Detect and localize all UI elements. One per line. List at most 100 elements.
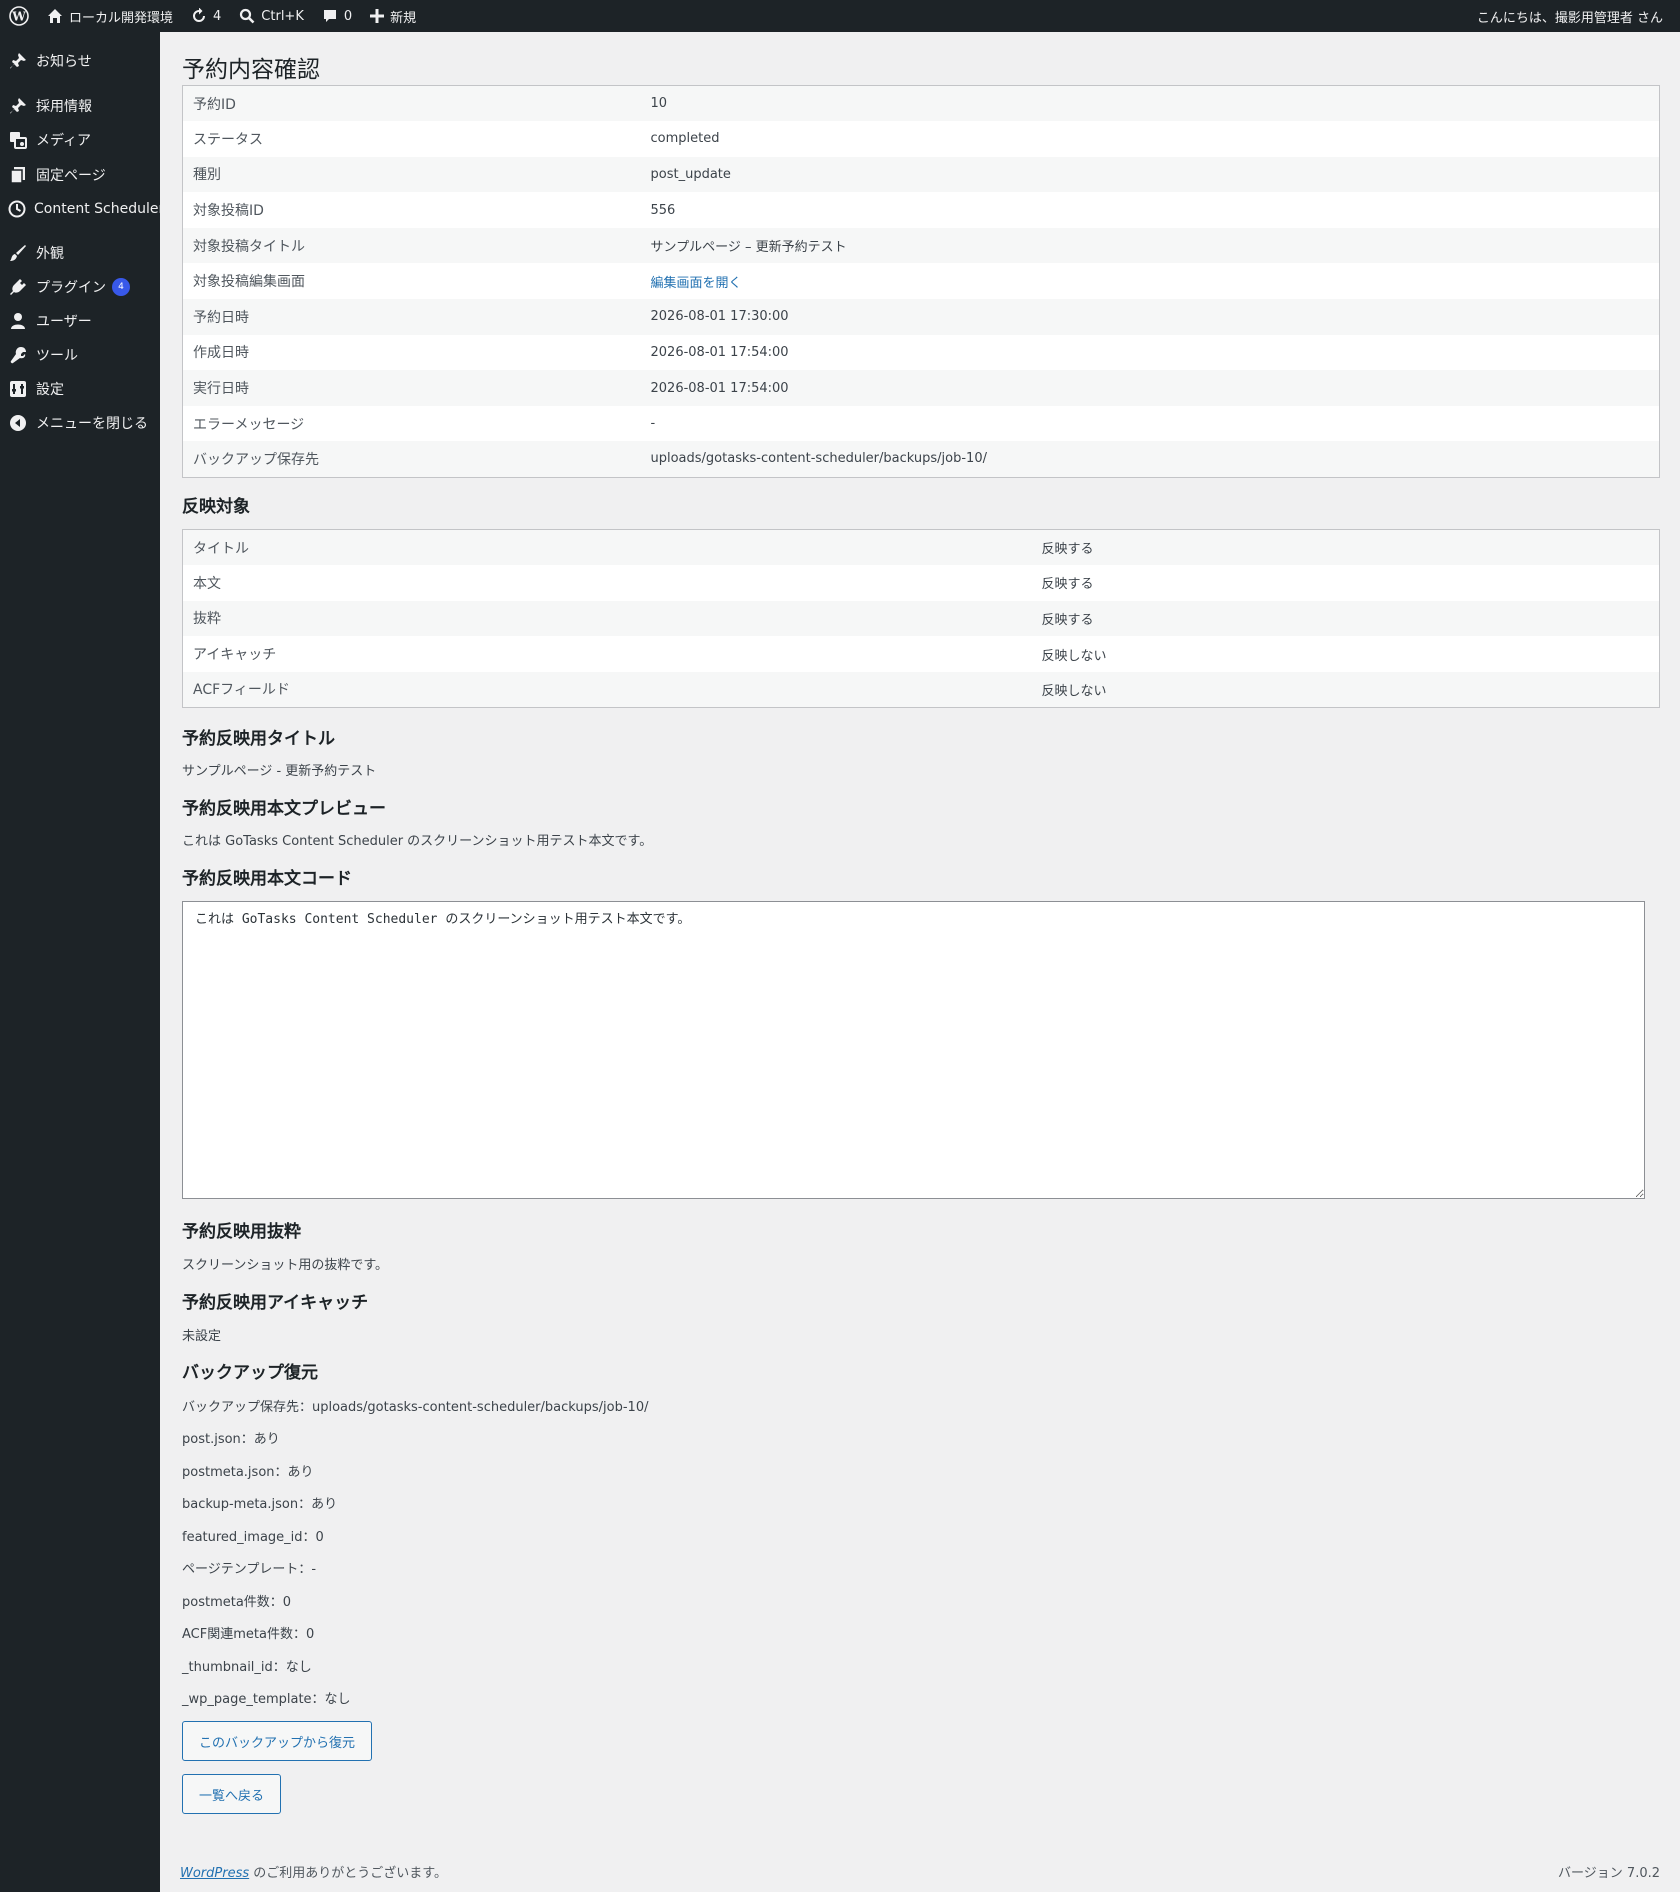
row-label: バックアップ保存先 <box>182 441 641 478</box>
table-row: 対象投稿タイトル サンプルページ – 更新予約テスト <box>182 227 1660 264</box>
backup-info-line: ページテンプレート：- <box>182 1562 317 1577</box>
sidebar-item-pages[interactable]: 固定ページ <box>0 158 160 192</box>
sidebar-item-settings[interactable]: 設定 <box>0 372 160 406</box>
row-label: ステータス <box>193 131 263 148</box>
home-icon <box>48 9 62 23</box>
updates-icon <box>193 8 206 22</box>
row-label: 作成日時 <box>193 345 249 362</box>
wrench-icon <box>8 345 28 365</box>
site-name-link[interactable]: ローカル開発環境 <box>38 0 182 32</box>
search-icon <box>240 8 255 24</box>
reservation-details-table: 予約ID 10 ステータス completed 種別 post_update 対象投稿… <box>182 85 1660 478</box>
body-preview-heading: 予約反映用本文プレビュー <box>182 799 386 819</box>
row-label: 対象投稿編集画面 <box>193 274 305 291</box>
body-code-heading: 予約反映用本文コード <box>182 869 352 889</box>
row-label: アイキャッチ <box>193 647 277 664</box>
sidebar-item-plugins[interactable]: プラグイン 4 <box>0 270 160 304</box>
admin-bar: W ローカル開発環境 4 Ctrl+K 0 新規 こんにちは、撮影用管理者 さん <box>0 0 1680 32</box>
user-icon <box>8 311 28 331</box>
footer-thanks-text: のご利用ありがとうございます。 <box>249 1866 447 1881</box>
sidebar-item-label: 設定 <box>36 382 64 398</box>
backup-info-line: featured_image_id：0 <box>182 1530 324 1545</box>
table-row: 予約日時 2026-08-01 17:30:00 <box>182 299 1660 335</box>
collapse-menu-button[interactable]: メニューを閉じる <box>0 406 160 440</box>
sidebar-item-appearance[interactable]: 外観 <box>0 236 160 270</box>
updates-link[interactable]: 4 <box>182 0 230 32</box>
backup-restore-heading: バックアップ復元 <box>182 1363 318 1383</box>
sidebar-item-recruit[interactable]: 採用情報 <box>0 89 160 123</box>
search-shortcut: Ctrl+K <box>261 8 304 24</box>
row-value: 2026-08-01 17:54:00 <box>640 370 1660 406</box>
row-label: 対象投稿ID <box>193 203 264 220</box>
body-preview-value: これは GoTasks Content Scheduler のスクリーンショット… <box>182 834 653 849</box>
sidebar-item-media[interactable]: メディア <box>0 123 160 157</box>
comment-icon <box>323 10 336 22</box>
collapse-icon <box>8 413 28 433</box>
row-label: タイトル <box>182 529 1032 566</box>
edit-post-link[interactable]: 編集画面を開く <box>651 276 742 291</box>
row-value: 反映する <box>1041 577 1094 593</box>
backup-info-line: postmeta件数：0 <box>182 1595 292 1610</box>
table-row: エラーメッセージ - <box>183 406 1660 442</box>
table-row: ステータス completed <box>183 121 1660 157</box>
row-value: サンプルページ – 更新予約テスト <box>640 227 1660 264</box>
restore-backup-button[interactable]: このバックアップから復元 <box>182 1721 373 1761</box>
row-value: 2026-08-01 17:30:00 <box>640 299 1660 335</box>
settings-icon <box>8 379 28 399</box>
backup-info-line: _thumbnail_id：なし <box>182 1660 312 1675</box>
footer-version: バージョン 7.0.2 <box>1558 1866 1660 1881</box>
table-row: 本文 反映する <box>183 565 1660 601</box>
comments-link[interactable]: 0 <box>313 0 361 32</box>
wordpress-link[interactable]: WordPress <box>180 1866 249 1881</box>
account-menu[interactable]: こんにちは、撮影用管理者 さん <box>1468 0 1672 32</box>
new-content-link[interactable]: 新規 <box>361 0 425 32</box>
back-to-list-button[interactable]: 一覧へ戻る <box>182 1774 282 1814</box>
sidebar-item-label: メディア <box>36 133 92 149</box>
sidebar-item-label: ユーザー <box>36 314 92 330</box>
row-label: エラーメッセージ <box>193 416 305 433</box>
page-title: 予約内容確認 <box>182 57 320 83</box>
wordpress-logo-icon[interactable]: W <box>0 0 38 32</box>
row-label: 抜粋 <box>182 600 1032 637</box>
table-row: 抜粋 反映する <box>182 600 1660 637</box>
sidebar-item-label: ツール <box>36 348 78 364</box>
row-label: 実行日時 <box>182 370 641 406</box>
admin-sidebar: お知らせ 採用情報 メディア 固定ページ Content Scheduler 外… <box>0 32 164 1892</box>
command-palette-button[interactable]: Ctrl+K <box>230 0 313 32</box>
row-value: 反映しない <box>1031 671 1660 708</box>
row-value: - <box>650 416 656 432</box>
greeting: こんにちは、撮影用管理者 さん <box>1476 10 1663 26</box>
table-row: バックアップ保存先 uploads/gotasks-content-schedul… <box>182 441 1660 478</box>
table-row: タイトル 反映する <box>182 529 1660 566</box>
backup-info-line: ACF関連meta件数：0 <box>182 1627 315 1642</box>
brush-icon <box>8 243 28 263</box>
row-value: 556 <box>650 202 676 218</box>
media-icon <box>8 130 28 150</box>
row-value: 反映する <box>1031 529 1660 566</box>
row-value: 2026-08-01 17:54:00 <box>650 344 789 360</box>
plugin-update-badge: 4 <box>112 278 130 296</box>
sidebar-item-label: お知らせ <box>36 54 92 70</box>
row-value: post_update <box>640 156 1660 193</box>
sidebar-item-users[interactable]: ユーザー <box>0 304 160 338</box>
sidebar-item-news[interactable]: お知らせ <box>0 44 160 78</box>
scheduled-thumbnail-value: 未設定 <box>182 1329 222 1344</box>
row-label: 予約日時 <box>182 299 641 335</box>
site-name: ローカル開発環境 <box>69 10 174 26</box>
clock-icon <box>8 199 26 219</box>
pin-icon <box>8 51 28 71</box>
table-row: ACFフィールド 反映しない <box>182 671 1660 708</box>
table-row: アイキャッチ 反映しない <box>183 636 1660 672</box>
sidebar-item-label: 固定ページ <box>36 168 106 184</box>
row-value: uploads/gotasks-content-scheduler/backup… <box>640 441 1660 478</box>
body-code-textarea[interactable]: これは GoTasks Content Scheduler のスクリーンショット… <box>182 901 1645 1199</box>
sidebar-item-content-scheduler[interactable]: Content Scheduler <box>0 192 164 226</box>
row-value: 10 <box>640 85 1660 122</box>
sidebar-item-label: プラグイン <box>36 280 106 296</box>
scheduled-title-value: サンプルページ - 更新予約テスト <box>182 764 377 779</box>
new-label: 新規 <box>390 10 417 26</box>
sidebar-item-label: メニューを閉じる <box>36 416 148 432</box>
row-value: 反映する <box>1031 600 1660 637</box>
table-row: 予約ID 10 <box>182 85 1660 122</box>
sidebar-item-tools[interactable]: ツール <box>0 338 160 372</box>
